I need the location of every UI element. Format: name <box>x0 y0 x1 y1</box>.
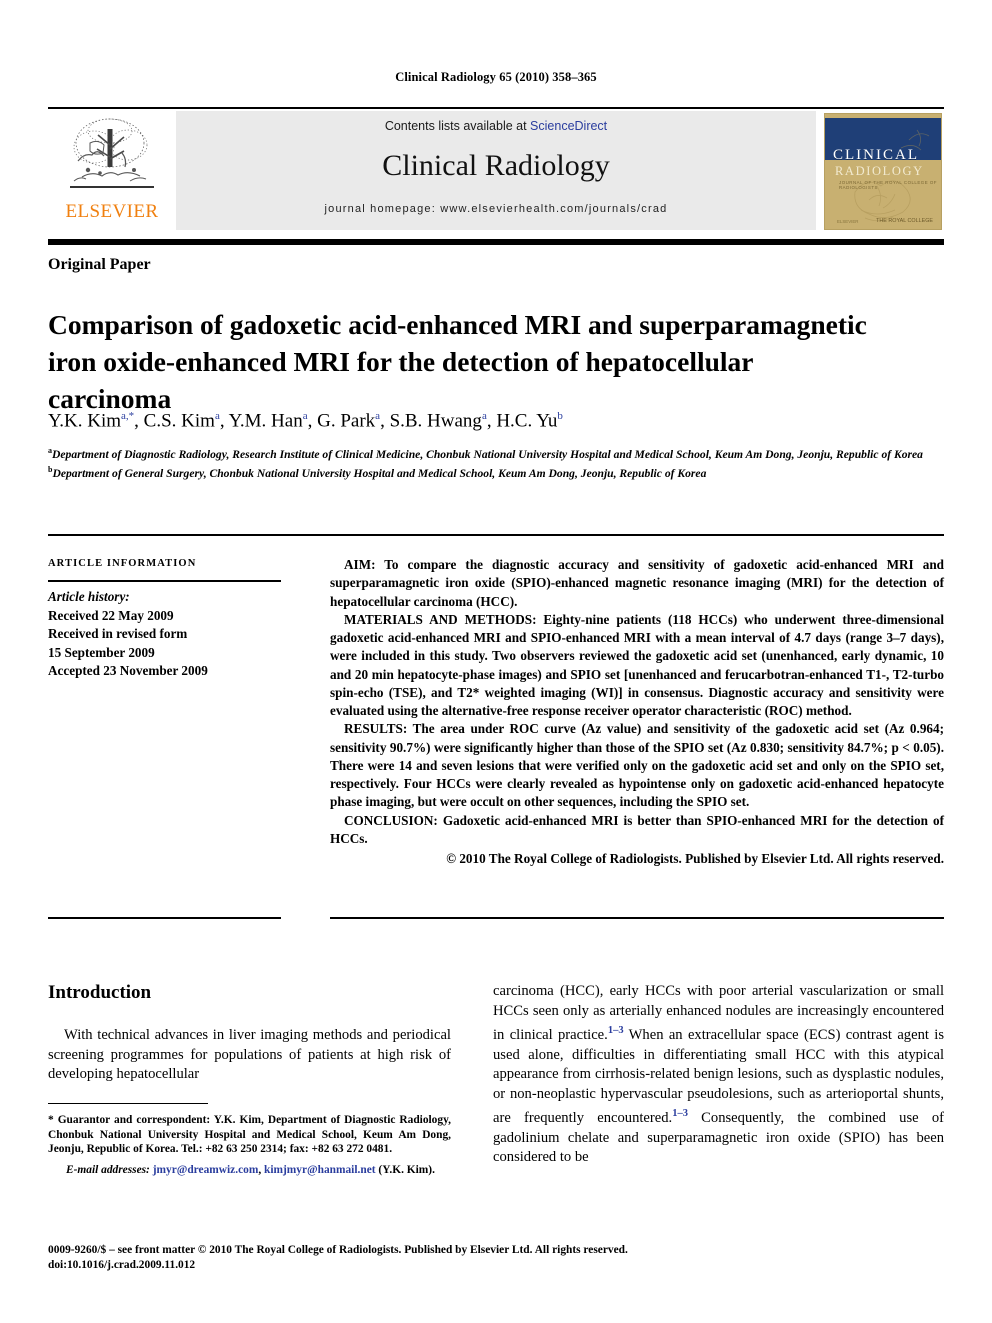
author-affiliation-marker: a <box>481 410 487 422</box>
elsevier-wordmark: ELSEVIER <box>65 201 159 222</box>
affiliation-marker: b <box>48 465 53 475</box>
article-history-item: 15 September 2009 <box>48 644 155 660</box>
abstract-materials-methods: MATERIALS AND METHODS: Eighty-nine patie… <box>330 611 944 718</box>
body-column-right: carcinoma (HCC), early HCCs with poor ar… <box>493 982 944 1168</box>
affiliation-marker: a <box>48 446 52 455</box>
imprint-doi: doi:10.1016/j.crad.2009.11.012 <box>48 1258 196 1271</box>
article-history-label: Article history: <box>48 589 130 604</box>
email-link-2[interactable]: kimjmyr@hanmail.net <box>264 1164 376 1176</box>
abstract-aim: AIM: To compare the diagnostic accuracy … <box>330 557 944 609</box>
author-name: Y.M. Han <box>228 410 303 432</box>
author-name: C.S. Kim <box>143 410 215 432</box>
footnote-rule <box>48 1103 208 1104</box>
abstract-block: AIM: To compare the diagnostic accuracy … <box>330 556 944 868</box>
abstract-conclusion: CONCLUSION: Gadoxetic acid-enhanced MRI … <box>330 812 944 846</box>
article-history-item: Accepted 23 November 2009 <box>48 663 208 679</box>
email-link-1[interactable]: jmyr@dreamwiz.com <box>153 1164 259 1176</box>
imprint-front-matter: 0009-9260/$ – see front matter © 2010 Th… <box>48 1244 628 1256</box>
article-type-label: Original Paper <box>48 256 151 273</box>
sciencedirect-link[interactable]: ScienceDirect <box>530 119 607 133</box>
journal-title: Clinical Radiology <box>382 149 610 182</box>
body-column-left: Introduction With technical advances in … <box>48 982 451 1085</box>
page-title: Comparison of gadoxetic acid-enhanced MR… <box>48 309 867 415</box>
author-name: H.C. Yu <box>496 410 558 432</box>
banner-top-rule <box>48 107 944 109</box>
author-affiliation-marker: a,* <box>121 410 135 422</box>
elsevier-tree-icon <box>64 115 160 201</box>
banner-center-panel: Contents lists available at ScienceDirec… <box>176 111 816 230</box>
elsevier-logo: ELSEVIER <box>54 113 170 230</box>
affiliation-item: aDepartment of Diagnostic Radiology, Res… <box>48 446 923 461</box>
email-note: E-mail addresses: jmyr@dreamwiz.com, kim… <box>48 1163 451 1178</box>
email-suffix: (Y.K. Kim). <box>375 1163 435 1176</box>
imprint-block: 0009-9260/$ – see front matter © 2010 Th… <box>48 1243 944 1272</box>
cover-title-line2: RADIOLOGY <box>835 164 924 178</box>
author-affiliation-marker: a <box>375 410 381 422</box>
article-history-block: Article history: Received 22 May 2009 Re… <box>48 588 288 681</box>
abstract-results: RESULTS: The area under ROC curve (Az va… <box>330 721 944 810</box>
journal-article-page: Clinical Radiology 65 (2010) 358–365 Con… <box>0 0 992 1323</box>
abstract-top-rule <box>48 534 944 536</box>
affiliation-item: bDepartment of General Surgery, Chonbuk … <box>48 465 707 481</box>
citation-reference[interactable]: 1–3 <box>608 1025 624 1036</box>
section-heading-introduction: Introduction <box>48 982 152 1003</box>
article-information-heading: ARTICLE INFORMATION <box>48 558 197 569</box>
abstract-copyright: © 2010 The Royal College of Radiologists… <box>446 851 944 866</box>
cover-footer-left: ELSEVIER <box>837 219 859 224</box>
journal-banner: Contents lists available at ScienceDirec… <box>48 107 944 230</box>
running-head: Clinical Radiology 65 (2010) 358–365 <box>395 70 597 84</box>
author-name: Y.K. Kim <box>48 410 122 432</box>
author-affiliation-marker: a <box>214 410 220 422</box>
contents-available-line: Contents lists available at ScienceDirec… <box>176 119 816 133</box>
cover-footer-right: THE ROYAL COLLEGE <box>876 218 933 224</box>
cover-title-line1: CLINICAL <box>833 147 919 163</box>
author-affiliation-marker: a <box>302 410 308 422</box>
author-name: G. Park <box>317 410 376 432</box>
citation-reference[interactable]: 1–3 <box>672 1108 688 1119</box>
article-information-rule <box>48 580 281 582</box>
contents-prefix-text: Contents lists available at <box>384 119 531 133</box>
affiliation-list: aDepartment of Diagnostic Radiology, Res… <box>48 443 944 482</box>
abstract-bottom-rule-left <box>48 917 281 919</box>
corresponding-author-note: * Guarantor and correspondent: Y.K. Kim,… <box>48 1114 451 1156</box>
journal-cover-thumbnail: CLINICAL RADIOLOGY JOURNAL OF THE ROYAL … <box>824 113 942 230</box>
article-history-item: Received in revised form <box>48 626 188 642</box>
banner-bottom-rule <box>48 239 944 245</box>
introduction-paragraph-right: carcinoma (HCC), early HCCs with poor ar… <box>493 982 944 1168</box>
footnote-block: * Guarantor and correspondent: Y.K. Kim,… <box>48 1113 451 1177</box>
introduction-paragraph-left: With technical advances in liver imaging… <box>48 1027 451 1083</box>
journal-homepage-link[interactable]: journal homepage: www.elsevierhealth.com… <box>176 203 816 215</box>
author-name: S.B. Hwang <box>389 410 482 432</box>
email-label: E-mail addresses: <box>66 1163 150 1176</box>
cover-subtitle: JOURNAL OF THE ROYAL COLLEGE OF RADIOLOG… <box>839 180 937 190</box>
author-affiliation-marker: b <box>557 410 563 422</box>
article-history-item: Received 22 May 2009 <box>48 607 174 623</box>
author-list: Y.K. Kima,*, C.S. Kima, Y.M. Hana, G. Pa… <box>48 410 563 432</box>
abstract-bottom-rule-right <box>330 917 944 919</box>
